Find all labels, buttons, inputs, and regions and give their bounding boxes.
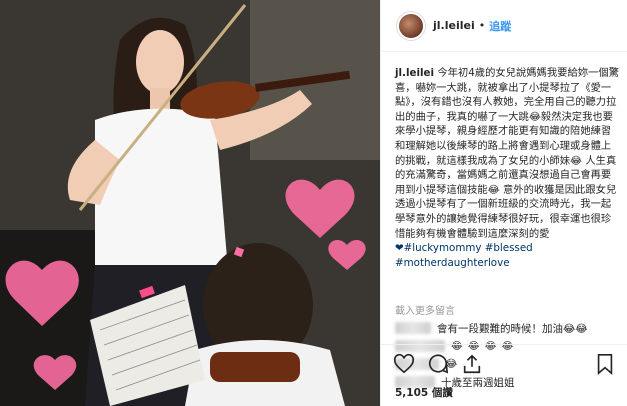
share-icon[interactable] (461, 353, 483, 375)
caption-hashtags-2[interactable]: #motherdaughterlove (395, 256, 621, 271)
heart-icon[interactable] (393, 353, 415, 375)
follow-button[interactable]: 追蹤 (489, 18, 511, 34)
post-caption: jl.leilei 今年初4歲的女兒說媽媽我要給妳一個驚喜，嚇妳一大跳，就被拿出… (381, 52, 627, 300)
caption-hashtags-1[interactable]: ❤#luckymommy #blessed (395, 241, 621, 256)
avatar[interactable] (397, 11, 425, 40)
likes-count[interactable]: 5,105 個讚 (395, 385, 453, 400)
comment-row: 會有一段艱難的時候！加油😂😂 (381, 319, 627, 337)
caption-username[interactable]: jl.leilei (395, 67, 434, 79)
action-bar (381, 344, 627, 382)
post-photo[interactable] (0, 0, 380, 406)
bookmark-icon[interactable] (594, 353, 616, 375)
header-separator: • (478, 19, 486, 32)
caption-text: 今年初4歲的女兒說媽媽我要給妳一個驚喜，嚇妳一大跳，就被拿出了小提琴拉了《愛一點… (395, 67, 619, 240)
photo-illustration (0, 0, 380, 406)
comment-icon[interactable] (427, 353, 449, 375)
blurred-username (395, 322, 431, 334)
comment-text: 會有一段艱難的時候！加油😂😂 (437, 322, 588, 335)
load-more-comments[interactable]: 載入更多留言 (381, 300, 627, 319)
header-username[interactable]: jl.leilei (433, 19, 475, 32)
post-side-panel: jl.leilei • 追蹤 jl.leilei 今年初4歲的女兒說媽媽我要給妳… (380, 0, 627, 406)
post-header: jl.leilei • 追蹤 (381, 0, 627, 52)
